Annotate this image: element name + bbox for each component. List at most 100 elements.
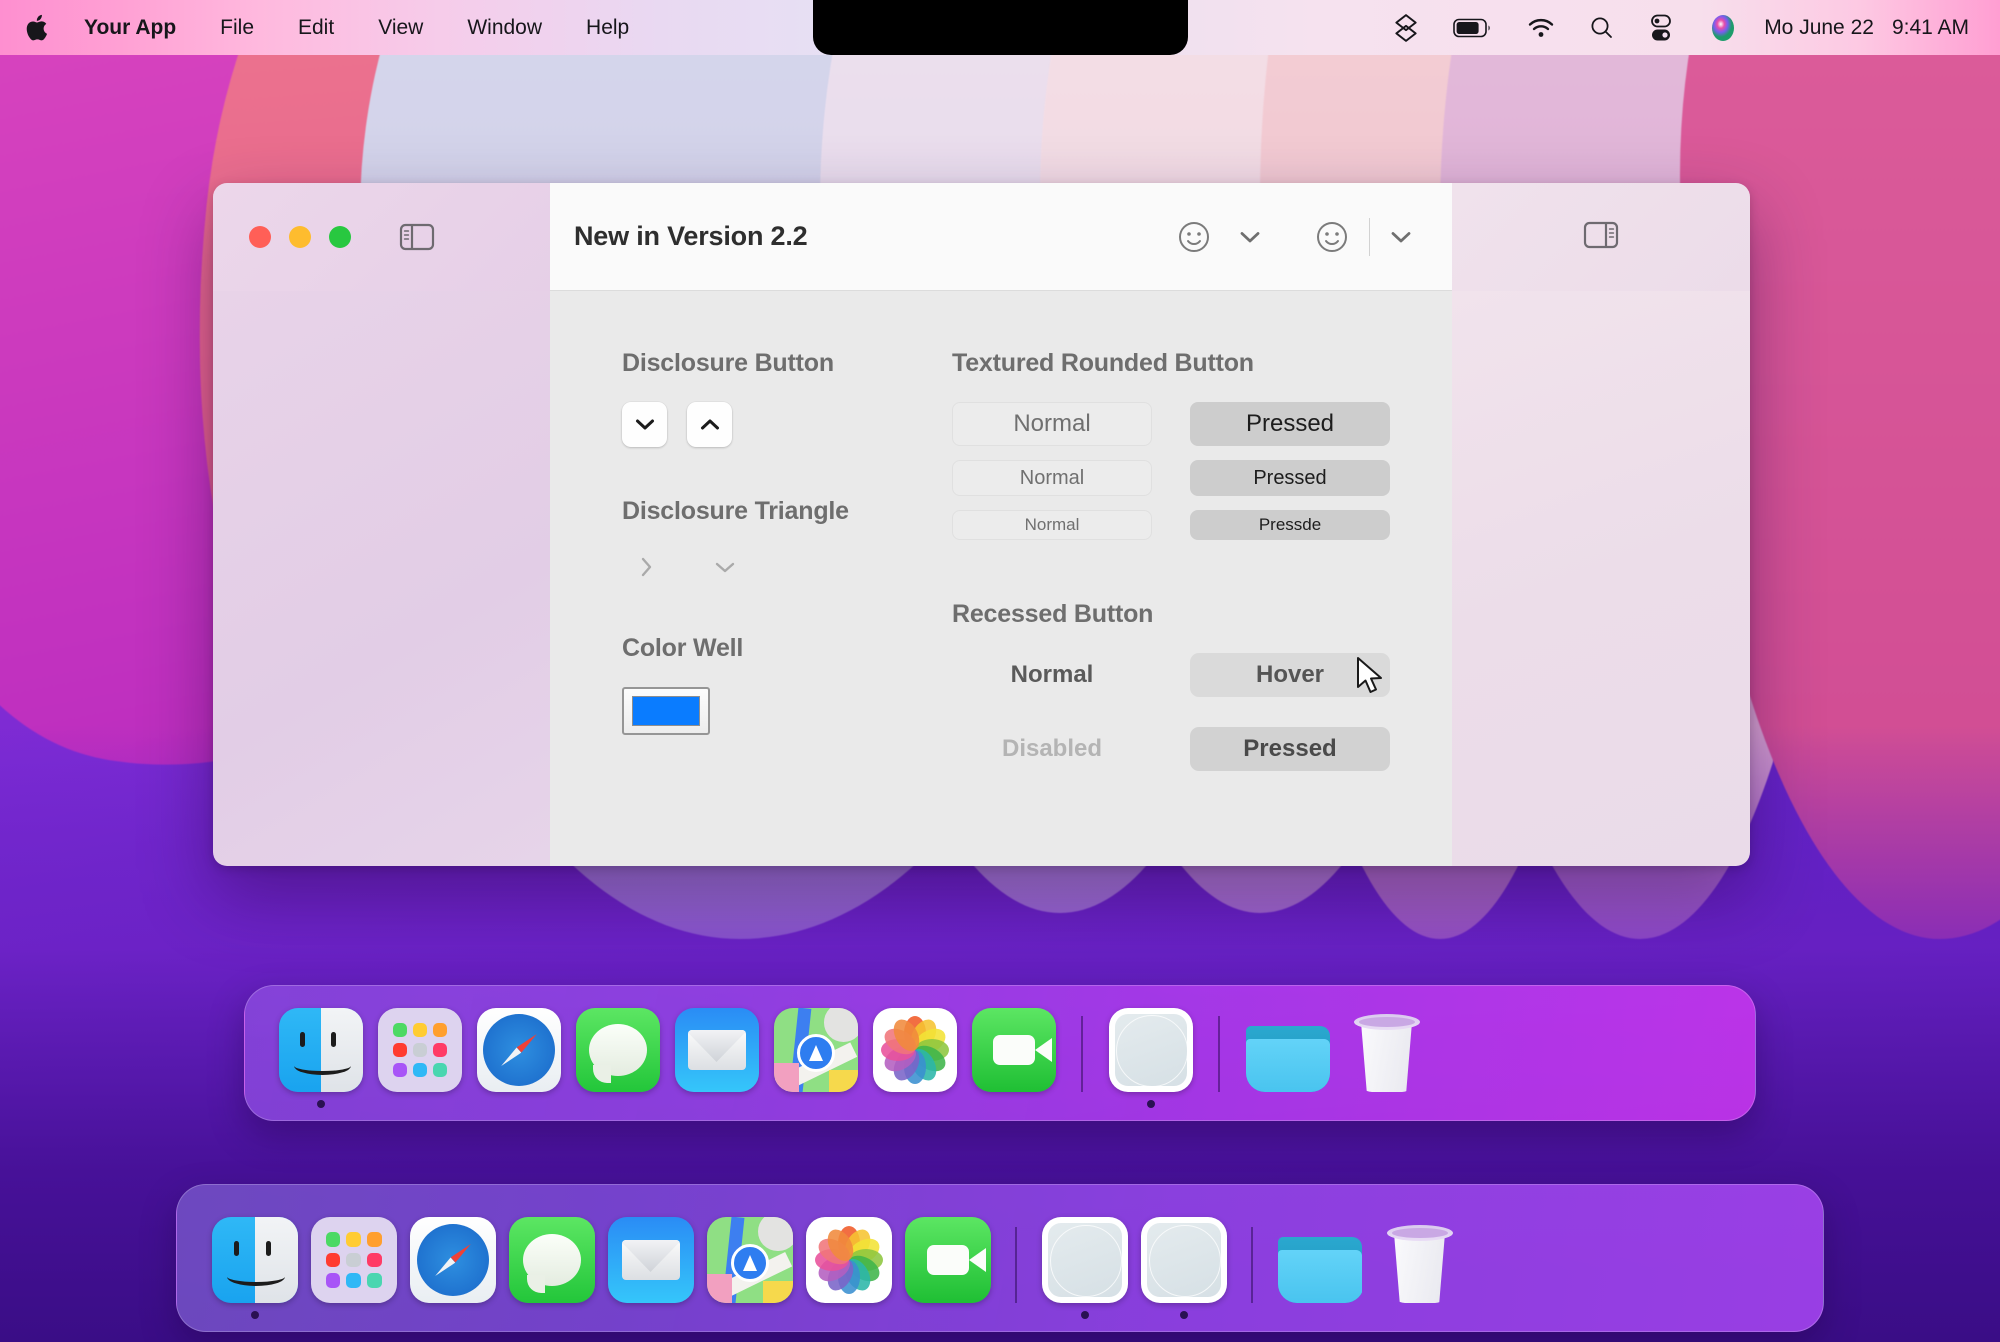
chevron-down-icon[interactable] xyxy=(1376,201,1426,273)
battery-icon[interactable] xyxy=(1436,0,1510,55)
section-recessed-button: Recessed Button Normal Hover Disabled Pr… xyxy=(952,600,1412,771)
dock-item-launchpad[interactable] xyxy=(304,1185,403,1331)
dock-running-indicator xyxy=(449,1311,457,1319)
dock-item-mail[interactable] xyxy=(667,986,766,1120)
stage-manager-icon[interactable] xyxy=(1376,0,1436,55)
section-disclosure-button: Disclosure Button xyxy=(622,349,952,447)
smiley-face-icon[interactable] xyxy=(1163,201,1225,273)
dock-item-messages[interactable] xyxy=(568,986,667,1120)
apple-logo-icon[interactable] xyxy=(26,13,52,43)
zoom-button[interactable] xyxy=(329,226,351,248)
dock-item-finder[interactable] xyxy=(271,986,370,1120)
recessed-button-normal[interactable]: Normal xyxy=(952,653,1152,697)
section-title: Disclosure Button xyxy=(622,349,834,377)
color-well[interactable] xyxy=(622,687,710,735)
dock-item-app-generic-2[interactable] xyxy=(1134,1185,1233,1331)
window-content: Disclosure Button Disclosure Triangle Co… xyxy=(550,291,1452,866)
wifi-icon[interactable] xyxy=(1510,0,1572,55)
generic-app-icon xyxy=(1041,1217,1128,1303)
dock-item-launchpad[interactable] xyxy=(370,986,469,1120)
dock-item-finder[interactable] xyxy=(205,1185,304,1331)
dock-running-indicator xyxy=(548,1311,556,1319)
disclosure-button-up[interactable] xyxy=(687,402,732,447)
menu-bar-time[interactable]: 9:41 AM xyxy=(1883,16,1978,40)
window-sidebar[interactable] xyxy=(213,291,550,866)
dock-running-indicator xyxy=(812,1100,820,1108)
recessed-button-row: Disabled Pressed xyxy=(952,727,1412,771)
textured-button-row: Normal Pressde xyxy=(952,510,1412,540)
dock-item-safari[interactable] xyxy=(469,986,568,1120)
close-button[interactable] xyxy=(249,226,271,248)
titlebar-inspector-region xyxy=(1452,183,1750,291)
maps-icon xyxy=(706,1217,793,1303)
dock-divider xyxy=(1015,1227,1017,1303)
generic-app-icon xyxy=(1140,1217,1227,1303)
trash-icon xyxy=(1377,1217,1463,1303)
window-body: Disclosure Button Disclosure Triangle Co… xyxy=(213,291,1750,866)
dock-item-maps[interactable] xyxy=(766,986,865,1120)
photos-icon xyxy=(805,1217,892,1303)
dock-item-facetime[interactable] xyxy=(964,986,1063,1120)
dock-item-folder[interactable] xyxy=(1238,986,1337,1120)
textured-button-pressed-large[interactable]: Pressed xyxy=(1190,402,1390,446)
menu-item-your-app[interactable]: Your App xyxy=(62,0,198,55)
dock-running-indicator xyxy=(1416,1311,1424,1319)
dock-running-indicator xyxy=(1146,1100,1155,1108)
search-icon[interactable] xyxy=(1572,0,1631,55)
dock-item-photos[interactable] xyxy=(865,986,964,1120)
disclosure-button-down[interactable] xyxy=(622,402,667,447)
menu-item-help[interactable]: Help xyxy=(564,0,651,55)
recessed-button-hover[interactable]: Hover xyxy=(1190,653,1390,697)
finder-icon xyxy=(211,1217,298,1303)
dock-item-mail[interactable] xyxy=(601,1185,700,1331)
dock-running-indicator xyxy=(1080,1311,1089,1319)
smiley-face-icon[interactable] xyxy=(1301,201,1363,273)
textured-button-normal-medium[interactable]: Normal xyxy=(952,460,1152,496)
dock-item-maps[interactable] xyxy=(700,1185,799,1331)
chevron-down-icon[interactable] xyxy=(1225,201,1275,273)
trash-icon xyxy=(1345,1008,1429,1092)
textured-button-normal-small[interactable]: Normal xyxy=(952,510,1152,540)
disclosure-triangle-expanded[interactable] xyxy=(708,550,742,584)
dock-item-photos[interactable] xyxy=(799,1185,898,1331)
folder-icon xyxy=(1245,1008,1330,1092)
recessed-button-pressed[interactable]: Pressed xyxy=(1190,727,1390,771)
recessed-button-disabled: Disabled xyxy=(1001,735,1103,762)
content-column-left: Disclosure Button Disclosure Triangle Co… xyxy=(622,349,952,821)
window-toolbar: New in Version 2.2 xyxy=(550,183,1452,291)
menu-item-edit[interactable]: Edit xyxy=(276,0,356,55)
dock-item-app-generic-1[interactable] xyxy=(1035,1185,1134,1331)
sidebar-toggle-icon[interactable] xyxy=(399,222,435,252)
dock-item-trash[interactable] xyxy=(1337,986,1436,1120)
maps-icon xyxy=(773,1008,858,1092)
dock-running-indicator xyxy=(911,1100,919,1108)
dock-item-app-generic-1[interactable] xyxy=(1101,986,1200,1120)
dock-item-messages[interactable] xyxy=(502,1185,601,1331)
section-title: Recessed Button xyxy=(952,600,1154,628)
menu-item-file[interactable]: File xyxy=(198,0,276,55)
textured-button-pressed-medium[interactable]: Pressed xyxy=(1190,460,1390,496)
dock-item-safari[interactable] xyxy=(403,1185,502,1331)
menu-item-window[interactable]: Window xyxy=(445,0,564,55)
menu-bar-date[interactable]: Mo June 22 xyxy=(1755,16,1883,40)
inspector-toggle-icon[interactable] xyxy=(1583,220,1619,255)
finder-icon xyxy=(278,1008,363,1092)
window-inspector-panel[interactable] xyxy=(1452,291,1750,866)
dock-running-indicator xyxy=(250,1311,259,1319)
dock-item-folder[interactable] xyxy=(1271,1185,1370,1331)
dock-item-trash[interactable] xyxy=(1370,1185,1469,1331)
dock-item-facetime[interactable] xyxy=(898,1185,997,1331)
content-grid: Disclosure Button Disclosure Triangle Co… xyxy=(622,349,1412,821)
disclosure-triangle-collapsed[interactable] xyxy=(630,550,664,584)
textured-button-pressed-small[interactable]: Pressde xyxy=(1190,510,1390,540)
textured-button-normal-large[interactable]: Normal xyxy=(952,402,1152,446)
dock-running-indicator xyxy=(944,1311,952,1319)
dock-items xyxy=(271,986,1729,1120)
minimize-button[interactable] xyxy=(289,226,311,248)
dock-running-indicator xyxy=(647,1311,655,1319)
display-notch xyxy=(813,0,1188,55)
menu-item-view[interactable]: View xyxy=(356,0,445,55)
mail-icon xyxy=(607,1217,694,1303)
control-center-icon[interactable] xyxy=(1631,0,1691,55)
siri-icon[interactable] xyxy=(1691,0,1755,55)
